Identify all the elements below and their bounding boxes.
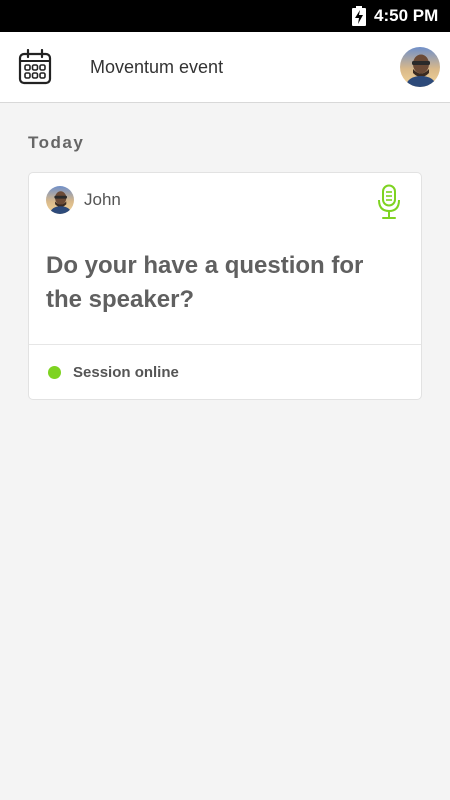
session-status: Session online [73, 364, 179, 381]
user-avatar [400, 47, 440, 87]
status-bar: 4:50 PM [0, 0, 450, 32]
battery-charging-icon [352, 6, 366, 26]
profile-avatar-button[interactable] [400, 47, 440, 87]
author-avatar-image [46, 186, 74, 214]
section-title-today: Today [28, 133, 85, 152]
microphone-icon [378, 184, 400, 219]
author-name: John [84, 190, 121, 209]
app-bar: Moventum event [0, 32, 450, 103]
microphone-button[interactable] [377, 184, 401, 220]
author-avatar [46, 186, 74, 214]
question-card[interactable]: John Do your have a question for the spe… [28, 172, 422, 400]
card-divider [29, 344, 421, 345]
status-time: 4:50 PM [374, 6, 439, 25]
question-text: Do your have a question for the speaker? [46, 252, 364, 313]
calendar-button[interactable] [18, 48, 52, 85]
page-title: Moventum event [90, 57, 224, 77]
status-dot [48, 366, 61, 379]
calendar-icon [18, 48, 52, 85]
